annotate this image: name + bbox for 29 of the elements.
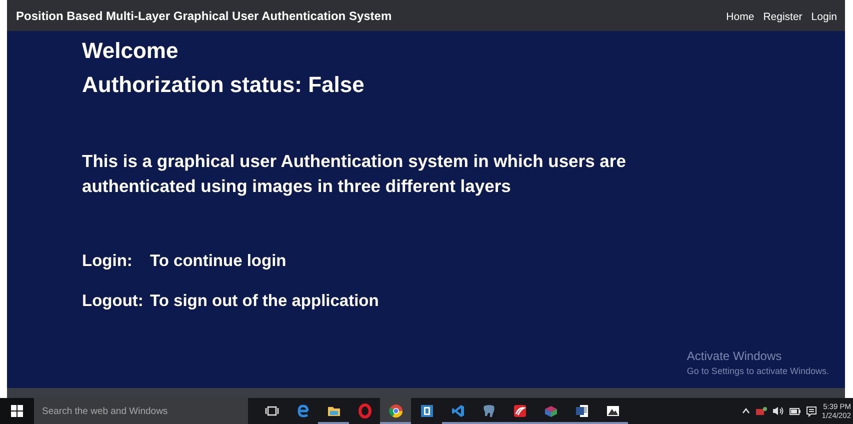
status-heading: Authorization status: False bbox=[82, 71, 366, 99]
ribbon-icon bbox=[450, 403, 466, 419]
action-description: To sign out of the application bbox=[150, 291, 379, 311]
action-label: Login: bbox=[82, 251, 134, 271]
message-icon[interactable] bbox=[806, 406, 817, 416]
action-label: Logout: bbox=[82, 291, 144, 311]
nav-link[interactable]: Register bbox=[763, 10, 802, 22]
speaker-icon[interactable] bbox=[772, 406, 784, 416]
network-icon[interactable] bbox=[754, 406, 767, 416]
description-text: This is a graphical user Authentication system in which users are authenticated using images in three different layers bbox=[82, 150, 627, 198]
start-button[interactable] bbox=[0, 398, 34, 424]
mountain-icon bbox=[604, 403, 620, 419]
taskbar-app-button[interactable] bbox=[380, 398, 411, 424]
nav-link[interactable]: Home bbox=[726, 10, 754, 22]
ring-icon bbox=[356, 403, 372, 419]
swirl-icon bbox=[512, 403, 528, 419]
nav-link[interactable]: Login bbox=[811, 10, 837, 22]
round-logo-icon bbox=[388, 403, 404, 419]
activation-text: Go to Settings to activate Windows. bbox=[686, 364, 829, 378]
search-field[interactable]: Search the web and Windows bbox=[34, 398, 248, 424]
action-description: To continue login bbox=[150, 251, 286, 271]
welcome-heading: Welcome bbox=[82, 37, 180, 65]
document-icon bbox=[574, 403, 590, 419]
windows-logo-icon bbox=[11, 405, 23, 417]
caret-up-icon[interactable] bbox=[742, 408, 750, 414]
site-title: Position Based Multi-Layer Graphical User Authentication System bbox=[16, 8, 392, 24]
app-icon bbox=[418, 403, 434, 419]
battery-icon[interactable] bbox=[788, 406, 801, 416]
activation-title: Activate Windows bbox=[686, 348, 783, 364]
